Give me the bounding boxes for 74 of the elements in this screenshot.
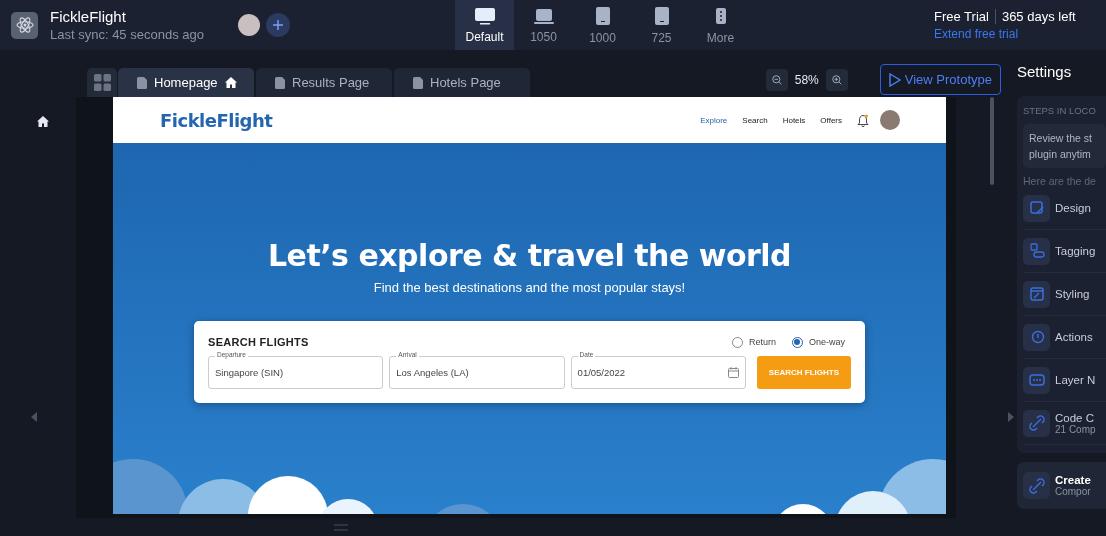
field-value: 01/05/2022 <box>577 367 626 378</box>
project-title: FickleFlight <box>50 8 127 25</box>
device-option[interactable]: 1000 <box>573 0 632 50</box>
section-heading: STEPS IN LOCO <box>1023 105 1097 116</box>
step-title[interactable]: Tagging <box>1055 245 1096 257</box>
page-grid-button[interactable] <box>87 68 117 97</box>
layer-icon <box>1028 372 1045 388</box>
hero-headline: Let’s explore & travel the world <box>267 238 792 273</box>
trip-type-radio[interactable]: One-way <box>792 336 845 348</box>
device-option[interactable]: 1050 <box>514 0 573 50</box>
trial-remaining: 365 days left <box>1001 9 1076 24</box>
plus-icon <box>271 19 284 31</box>
nav-link[interactable]: Explore <box>700 115 728 125</box>
zoom-out-icon <box>771 72 782 87</box>
calendar-icon <box>727 367 739 378</box>
site-logo[interactable]: FickleFlight <box>160 109 273 131</box>
atom-icon <box>15 16 34 34</box>
create-component-card[interactable]: Create Compor <box>1017 462 1106 509</box>
zoom-in-button[interactable] <box>825 68 848 91</box>
step-title[interactable]: Design <box>1055 202 1091 214</box>
grid-icon <box>93 74 111 91</box>
trip-type-radio[interactable]: Return <box>731 336 776 348</box>
page-tab[interactable]: Hotels Page <box>394 68 530 97</box>
device-option[interactable]: More <box>691 0 750 50</box>
step-subtitle: 21 Comp <box>1055 423 1096 435</box>
link-icon <box>1028 477 1045 494</box>
sync-status: Last sync: 45 seconds ago <box>50 27 204 42</box>
settings-title: Settings <box>1017 63 1073 80</box>
extend-trial-link[interactable]: Extend free trial <box>934 27 1092 41</box>
page-tab[interactable]: Homepage <box>118 68 254 97</box>
step-title[interactable]: Styling <box>1055 288 1090 300</box>
styling-icon <box>1028 286 1045 302</box>
document-icon <box>413 76 423 89</box>
add-user-button[interactable] <box>265 13 290 37</box>
zoom-in-icon <box>831 72 842 87</box>
link-icon <box>1028 415 1045 431</box>
search-heading: SEARCH FLIGHTS <box>208 336 309 348</box>
field-value: Los Angeles (LA) <box>396 367 469 378</box>
tablet-icon <box>653 5 670 26</box>
home-icon <box>224 77 237 88</box>
trial-plan: Free Trial <box>934 9 989 24</box>
zoom-out-button[interactable] <box>765 68 788 91</box>
step-title[interactable]: Layer N <box>1055 374 1096 386</box>
nav-link[interactable]: Offers <box>820 115 842 125</box>
step-title[interactable]: Actions <box>1055 331 1093 343</box>
user-avatar[interactable] <box>237 14 260 36</box>
card-subtitle: Compor <box>1055 486 1091 497</box>
home-icon[interactable] <box>37 116 49 127</box>
field-value: Singapore (SIN) <box>215 367 284 378</box>
document-icon <box>275 76 285 89</box>
zoom-level: 58% <box>793 72 820 87</box>
device-option[interactable]: Default <box>455 0 514 50</box>
bell-icon[interactable] <box>857 113 869 127</box>
intro-text: Here are the de <box>1023 175 1097 187</box>
tablet-icon <box>594 5 611 26</box>
design-icon <box>1028 200 1045 216</box>
card-title: Create <box>1055 474 1091 486</box>
step-title[interactable]: Code C <box>1055 411 1096 424</box>
drag-handle-icon[interactable] <box>333 523 348 531</box>
profile-avatar[interactable] <box>880 110 900 130</box>
tag-icon <box>1028 243 1045 259</box>
document-icon <box>137 76 147 89</box>
nav-link[interactable]: Hotels <box>782 115 806 125</box>
nav-link[interactable]: Search <box>742 115 768 125</box>
hero-subheadline: Find the best destinations and the most popular stays! <box>373 280 686 295</box>
view-prototype-button[interactable]: View Prototype <box>879 64 1001 95</box>
scrollbar-thumb[interactable] <box>990 97 994 185</box>
device-option[interactable]: 725 <box>632 0 691 50</box>
note-text: plugin anytim <box>1029 147 1092 162</box>
desktop-icon <box>473 6 496 25</box>
page-tab[interactable]: Results Page <box>256 68 392 97</box>
laptop-icon <box>532 6 555 25</box>
note-text: Review the st <box>1029 131 1094 146</box>
play-icon <box>888 72 901 87</box>
